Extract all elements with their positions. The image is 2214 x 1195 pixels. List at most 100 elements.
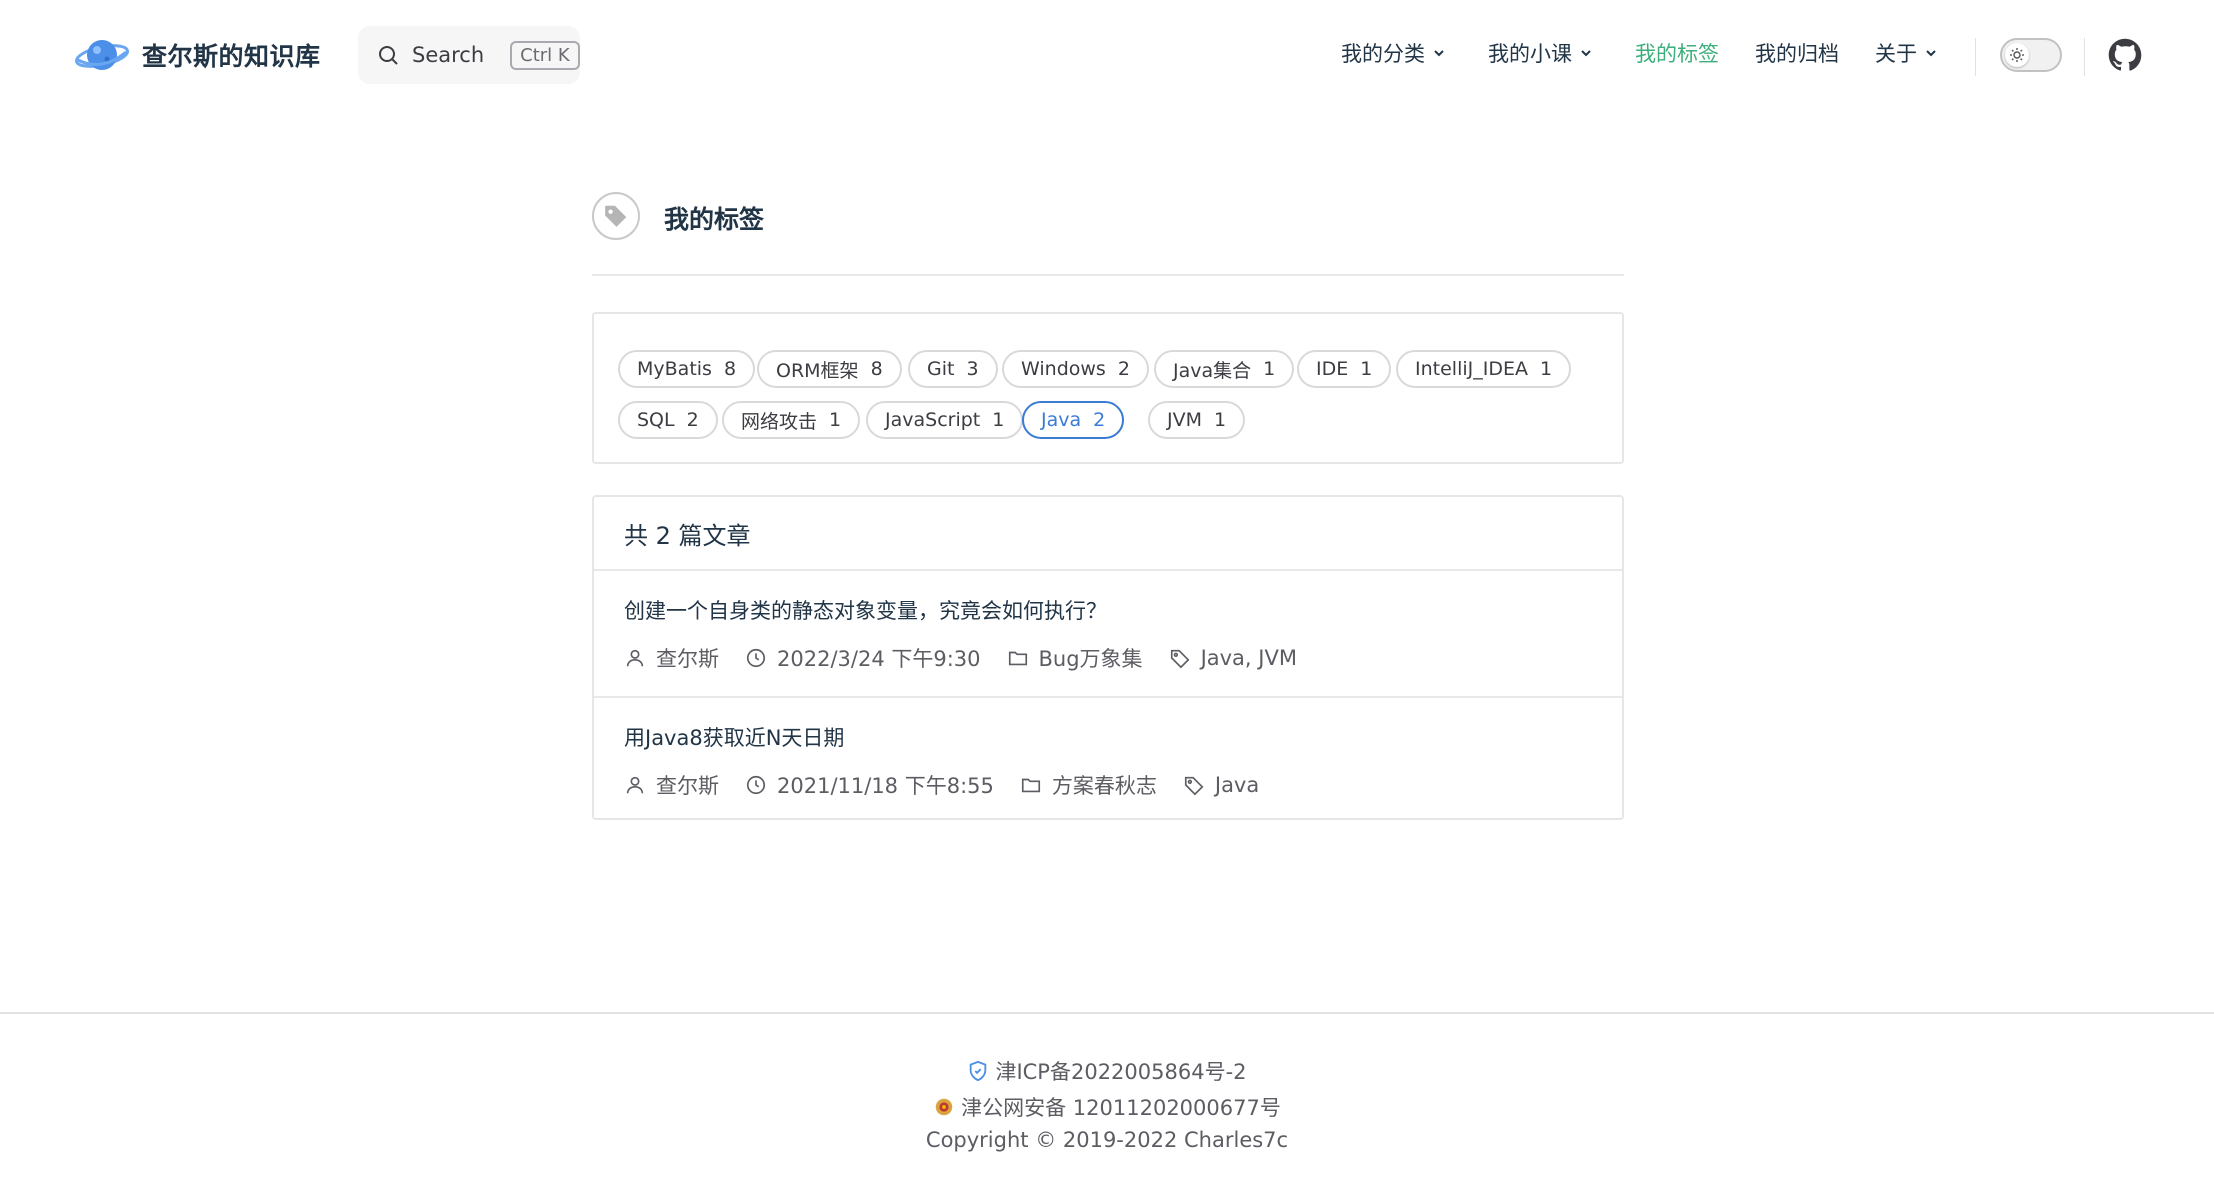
tag-name: Windows: [1021, 358, 1106, 380]
tag-count: 2: [686, 409, 699, 431]
tag-count: 1: [1263, 358, 1276, 380]
sun-icon: [2010, 48, 2024, 62]
search-icon: [379, 46, 398, 65]
tag-badge: [592, 192, 640, 240]
tag-count: 1: [1214, 409, 1227, 431]
author-name[interactable]: 查尔斯: [656, 643, 719, 673]
article-list: 共 2 篇文章 创建一个自身类的静态对象变量，究竟会如何执行？ 查尔斯 2022…: [592, 495, 1624, 820]
tag-count: 3: [966, 358, 979, 380]
navbar: 查尔斯的知识库 Search Ctrl K 我的分类 我的小课 我的标签 我的归…: [0, 0, 2214, 110]
chevron-down-icon: [1926, 50, 1936, 57]
publish-date: 2022/3/24 下午9:30: [777, 647, 981, 671]
tag-chip[interactable]: ORM框架 8: [757, 350, 902, 388]
tag-chip[interactable]: JVM 1: [1148, 401, 1246, 439]
tag-name: Java: [1041, 409, 1082, 431]
police-record-link[interactable]: 津公网安备 12011202000677号: [961, 1092, 1281, 1122]
author-name[interactable]: 查尔斯: [656, 770, 719, 800]
tag-name: Java集合: [1173, 359, 1252, 382]
github-icon[interactable]: [2108, 38, 2142, 72]
nav-item-courses[interactable]: 我的小课: [1488, 38, 1594, 68]
meta-tags: Java: [1183, 773, 1259, 797]
tag-chip[interactable]: Git 3: [908, 350, 998, 388]
chevron-down-icon: [1434, 50, 1444, 57]
tag-name: ORM框架: [776, 359, 859, 382]
tag-name: JavaScript: [885, 409, 981, 431]
brand-title: 查尔斯的知识库: [142, 42, 321, 71]
category-link[interactable]: 方案春秋志: [1052, 770, 1157, 800]
nav-item-label: 我的小课: [1488, 42, 1572, 66]
nav-item-label: 我的标签: [1635, 42, 1719, 66]
meta-date: 2021/11/18 下午8:55: [745, 770, 994, 800]
chevron-down-icon: [1581, 50, 1591, 57]
nav-item-label: 关于: [1875, 42, 1917, 66]
folder-icon: [1008, 651, 1027, 666]
police-badge-icon: [935, 1098, 953, 1116]
user-icon: [626, 649, 644, 667]
tag-count: 2: [1117, 358, 1130, 380]
publish-date: 2021/11/18 下午8:55: [777, 774, 994, 798]
nav-item-tags[interactable]: 我的标签: [1635, 38, 1719, 68]
tag-name: 网络攻击: [741, 410, 818, 433]
tags-list[interactable]: Java: [1215, 773, 1259, 797]
tag-chip[interactable]: JavaScript 1: [866, 401, 1024, 439]
tags-list[interactable]: Java, JVM: [1201, 646, 1297, 670]
category-link[interactable]: Bug万象集: [1039, 643, 1143, 673]
shield-icon: [970, 1060, 987, 1082]
article-meta: 查尔斯 2021/11/18 下午8:55 方案春秋志 Java: [624, 770, 1285, 800]
nav-item-categories[interactable]: 我的分类: [1341, 38, 1447, 68]
footer-police: 津公网安备 12011202000677号: [0, 1092, 2214, 1122]
tag-count: 2: [1093, 409, 1106, 431]
meta-category: 方案春秋志: [1020, 770, 1157, 800]
nav-divider: [1975, 38, 1976, 76]
meta-date: 2022/3/24 下午9:30: [745, 643, 981, 673]
tag-name: JVM: [1167, 409, 1202, 431]
nav-item-archives[interactable]: 我的归档: [1755, 38, 1839, 68]
search-label: Search: [412, 43, 485, 67]
tag-chip[interactable]: SQL 2: [618, 401, 718, 439]
tag-outline-icon: [1170, 649, 1189, 669]
theme-toggle-knob: [2005, 43, 2029, 67]
page-header: 我的标签: [592, 190, 1624, 276]
tag-chip[interactable]: IDE 1: [1297, 350, 1392, 388]
tag-name: MyBatis: [637, 358, 712, 380]
tag-chip[interactable]: MyBatis 8: [618, 350, 756, 388]
tag-chip-selected[interactable]: Java 2: [1022, 401, 1125, 439]
theme-toggle[interactable]: [2000, 38, 2062, 72]
tag-count: 1: [992, 409, 1005, 431]
footer: 津ICP备2022005864号-2 津公网安备 12011202000677号…: [0, 1012, 2214, 1195]
search-button[interactable]: Search Ctrl K: [358, 26, 580, 84]
planet-logo-icon: [74, 40, 130, 70]
folder-icon: [1021, 778, 1040, 793]
tag-name: IntelliJ_IDEA: [1415, 358, 1528, 380]
article-title-link[interactable]: 用Java8获取近N天日期: [624, 722, 844, 752]
tag-chip[interactable]: IntelliJ_IDEA 1: [1396, 350, 1572, 388]
article-title-link[interactable]: 创建一个自身类的静态对象变量，究竟会如何执行？: [624, 595, 1107, 625]
nav-item-label: 我的归档: [1755, 42, 1839, 66]
list-item: 创建一个自身类的静态对象变量，究竟会如何执行？ 查尔斯 2022/3/24 下午…: [594, 571, 1622, 696]
tag-chip[interactable]: Windows 2: [1002, 350, 1149, 388]
tag-count: 1: [1539, 358, 1553, 380]
meta-author: 查尔斯: [624, 643, 719, 673]
clock-icon: [746, 648, 766, 668]
tag-count: 8: [723, 358, 737, 380]
brand[interactable]: 查尔斯的知识库: [74, 30, 321, 80]
footer-copyright: Copyright © 2019-2022 Charles7c: [925, 1128, 1289, 1152]
tag-name: Git: [927, 358, 955, 380]
user-icon: [626, 776, 644, 794]
list-item: 用Java8获取近N天日期 查尔斯 2021/11/18 下午8:55 方案春秋…: [594, 696, 1622, 821]
tag-name: IDE: [1316, 358, 1349, 380]
tag-chip[interactable]: 网络攻击 1: [722, 401, 861, 439]
search-shortcut-kbd: Ctrl K: [510, 40, 580, 70]
clock-icon: [746, 775, 766, 795]
article-count-header: 共 2 篇文章: [594, 497, 1622, 571]
tag-count: 1: [829, 409, 842, 431]
tag-name: SQL: [637, 409, 675, 431]
icp-link[interactable]: 津ICP备2022005864号-2: [995, 1056, 1246, 1086]
meta-category: Bug万象集: [1007, 643, 1143, 673]
tag-chip[interactable]: Java集合 1: [1154, 350, 1295, 388]
tag-count: 1: [1360, 358, 1373, 380]
meta-author: 查尔斯: [624, 770, 719, 800]
tag-cloud: MyBatis 8 ORM框架 8 Git 3 Windows 2 Java集合 1 ID…: [592, 312, 1624, 464]
nav-item-about[interactable]: 关于: [1875, 38, 1939, 68]
tag-icon: [605, 205, 627, 227]
